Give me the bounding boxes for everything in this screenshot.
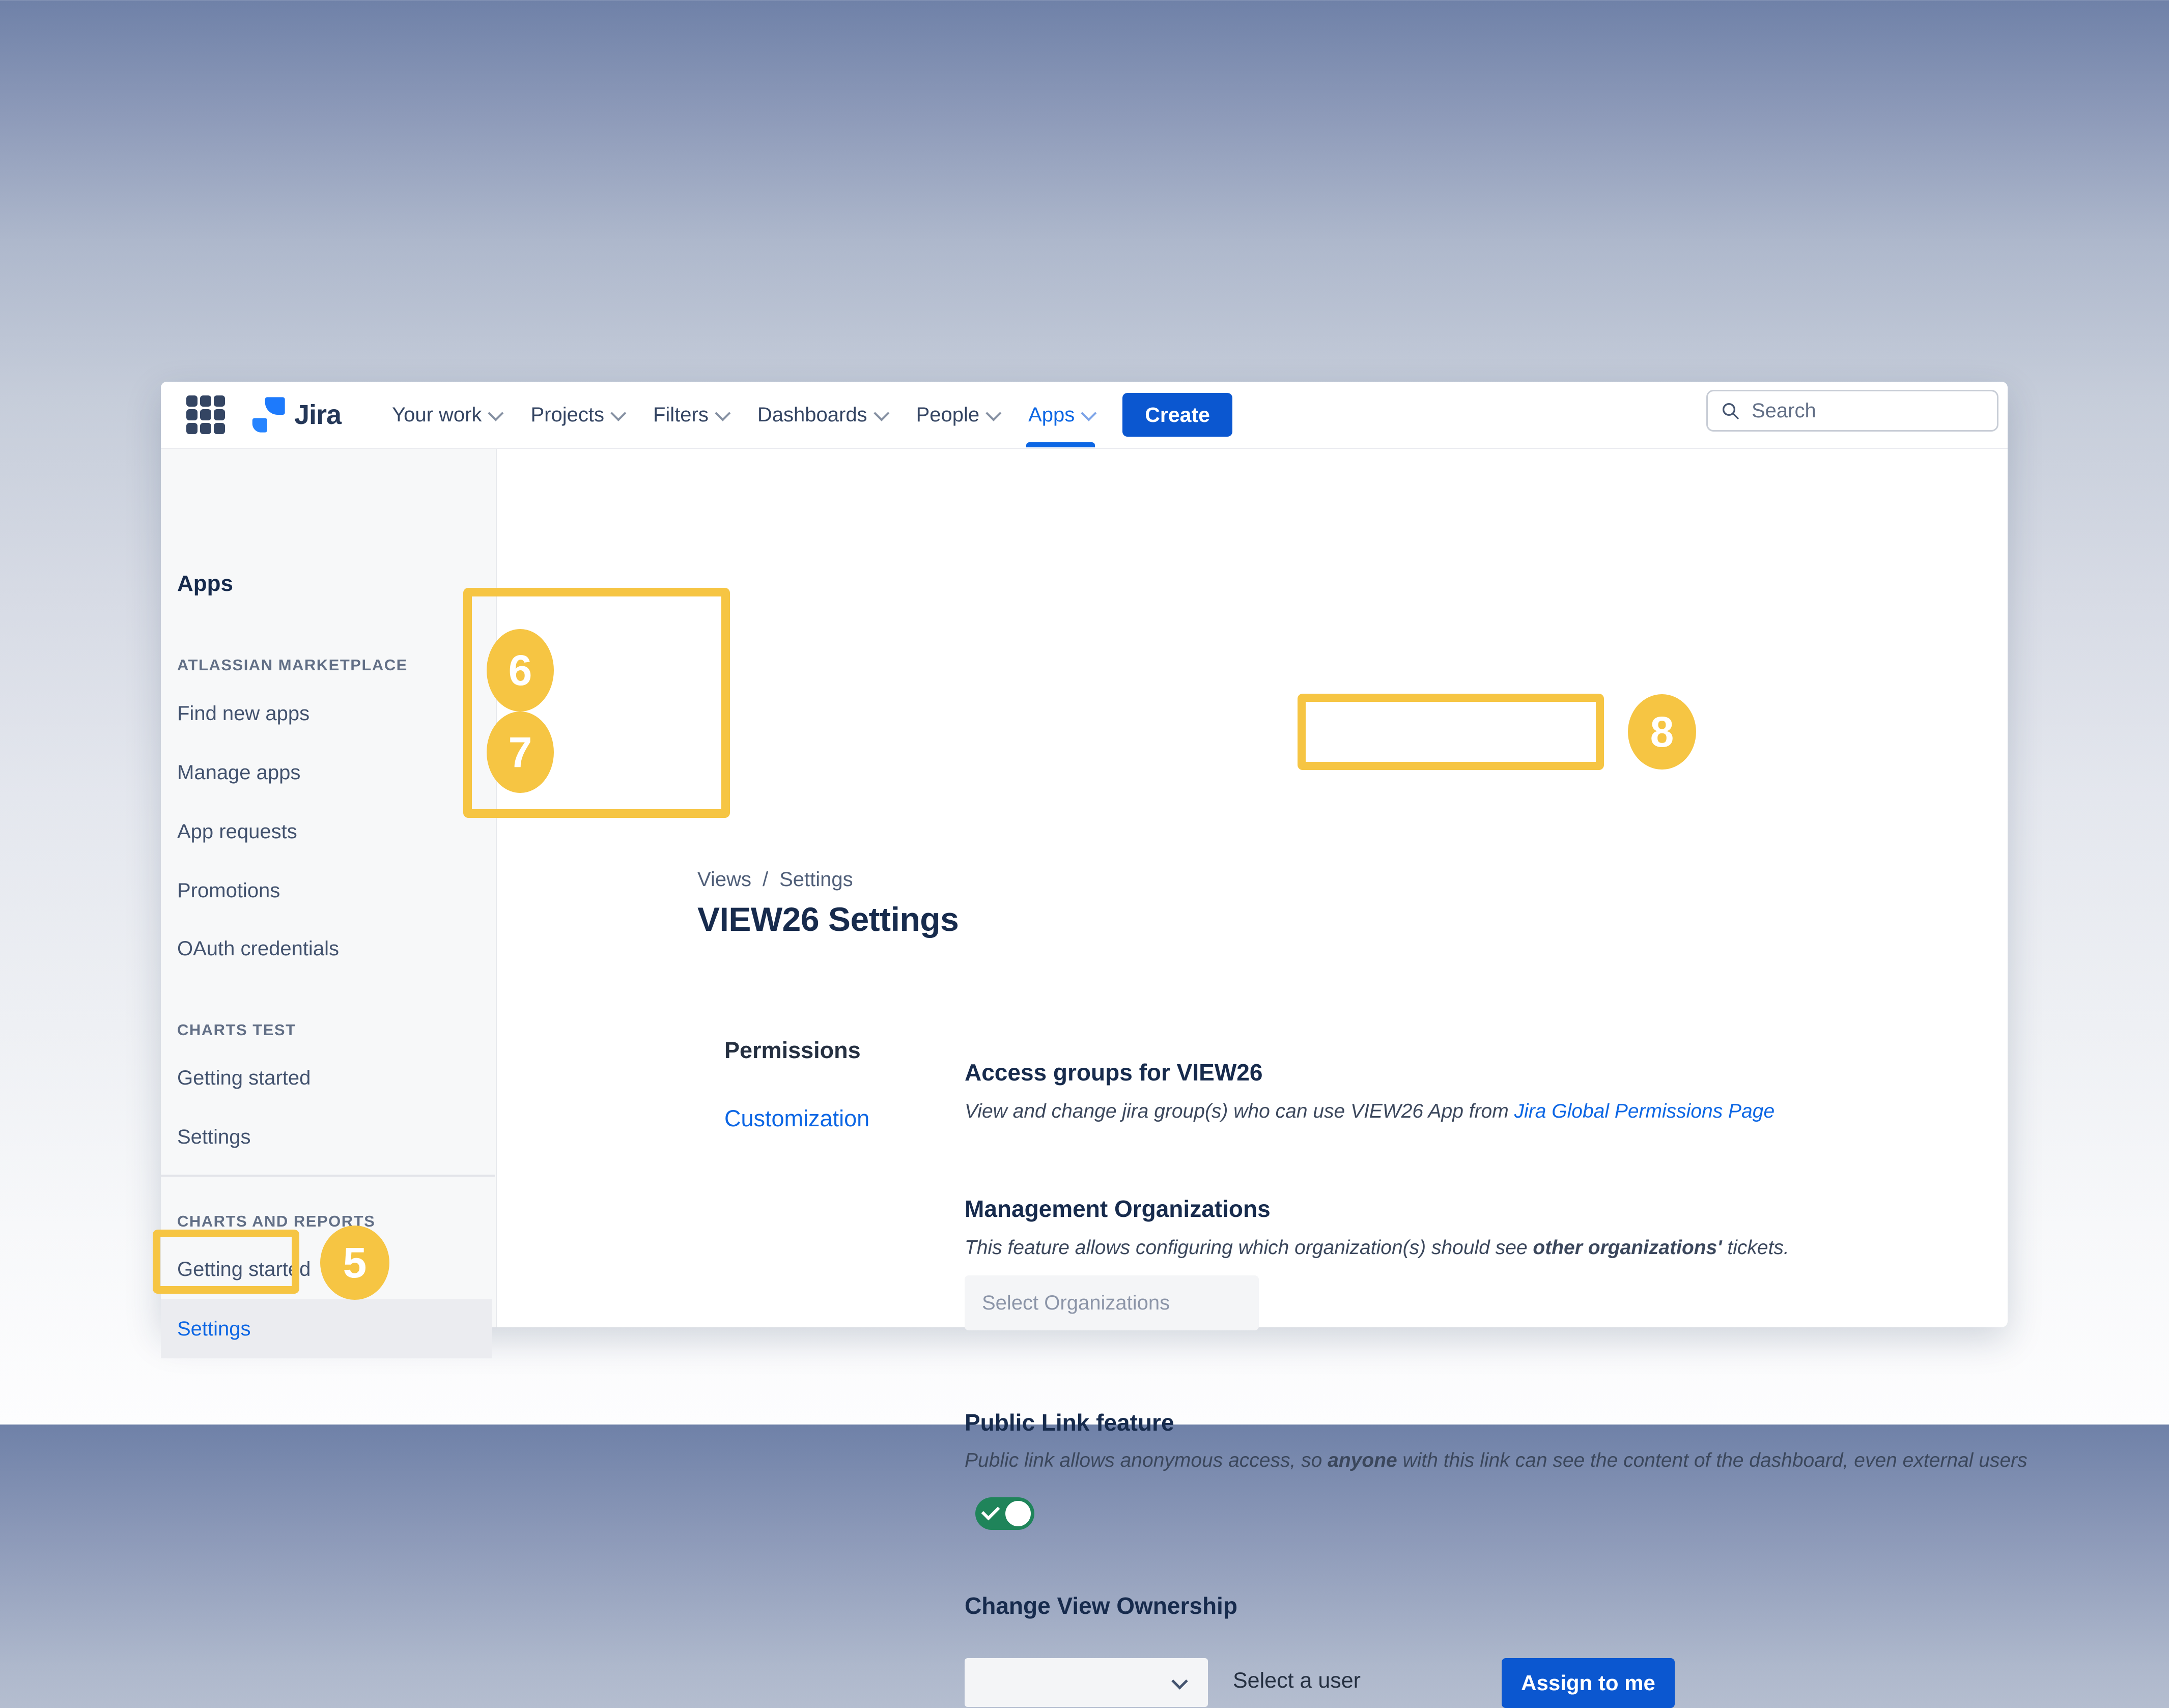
app-switcher-icon[interactable] <box>186 395 225 434</box>
management-desc-text: This feature allows configuring which or… <box>965 1237 1533 1259</box>
sidebar-title: Apps <box>177 571 233 596</box>
apps-sidebar: Apps ATLASSIAN MARKETPLACE Find new apps… <box>161 449 497 1327</box>
sidebar-section-charts-test: CHARTS TEST <box>177 1021 296 1039</box>
nav-item-label: People <box>916 404 980 426</box>
chevron-down-icon <box>488 406 504 421</box>
select-a-user-label: Select a user <box>1233 1668 1361 1693</box>
nav-item-label: Projects <box>530 404 604 426</box>
nav-item-label: Dashboards <box>757 404 867 426</box>
sidebar-item-find-new-apps[interactable]: Find new apps <box>177 702 309 725</box>
breadcrumb-settings[interactable]: Settings <box>779 868 853 891</box>
nav-item-label: Filters <box>653 404 709 426</box>
management-desc-suffix: tickets. <box>1722 1237 1789 1259</box>
public-link-toggle[interactable] <box>975 1497 1034 1530</box>
public-link-desc-text: Public link allows anonymous access, so <box>965 1449 1328 1471</box>
search-icon <box>1720 401 1740 421</box>
owner-select-dropdown[interactable] <box>965 1658 1208 1707</box>
jira-app-window: Jira Your work Projects Filters Dashboar… <box>161 382 2008 1327</box>
jira-global-permissions-link[interactable]: Jira Global Permissions Page <box>1514 1100 1775 1122</box>
chevron-down-icon <box>1081 406 1097 421</box>
assign-to-me-button[interactable]: Assign to me <box>1502 1658 1675 1708</box>
sidebar-divider <box>161 1175 495 1177</box>
sidebar-item-getting-started[interactable]: Getting started <box>177 1067 311 1090</box>
access-desc-text: View and change jira group(s) who can us… <box>965 1100 1514 1122</box>
sidebar-item-settings[interactable]: Settings <box>177 1126 251 1149</box>
select-organizations-input[interactable]: Select Organizations <box>965 1275 1259 1330</box>
sidebar-section-charts-and-reports: CHARTS AND REPORTS <box>177 1212 375 1231</box>
sidebar-item-getting-started-2[interactable]: Getting started <box>177 1258 311 1281</box>
jira-logo-icon <box>247 395 287 435</box>
check-icon <box>981 1502 1000 1521</box>
jira-logo-text: Jira <box>294 399 341 431</box>
management-organizations-description: This feature allows configuring which or… <box>965 1237 1789 1259</box>
sidebar-section-atlassian-marketplace: ATLASSIAN MARKETPLACE <box>177 656 408 674</box>
nav-item-label: Apps <box>1028 404 1075 426</box>
sidebar-item-manage-apps[interactable]: Manage apps <box>177 761 300 784</box>
nav-item-people[interactable]: People <box>901 381 1013 448</box>
access-groups-heading: Access groups for VIEW26 <box>965 1059 1262 1086</box>
nav-item-your-work[interactable]: Your work <box>377 381 515 448</box>
tab-customization[interactable]: Customization <box>724 1105 869 1132</box>
change-view-ownership-heading: Change View Ownership <box>965 1592 1237 1619</box>
chevron-down-icon <box>610 406 626 421</box>
access-groups-description: View and change jira group(s) who can us… <box>965 1100 1774 1123</box>
sidebar-selected-row[interactable]: Settings <box>161 1299 492 1358</box>
chevron-down-icon <box>1171 1673 1188 1690</box>
nav-item-filters[interactable]: Filters <box>638 381 742 448</box>
search-input[interactable] <box>1751 399 2015 423</box>
toggle-knob <box>1005 1501 1031 1526</box>
top-navbar: Jira Your work Projects Filters Dashboar… <box>161 382 2008 449</box>
management-organizations-heading: Management Organizations <box>965 1195 1271 1222</box>
public-link-description: Public link allows anonymous access, so … <box>965 1449 2027 1472</box>
nav-item-label: Your work <box>392 404 482 426</box>
public-link-desc-bold: anyone <box>1328 1449 1397 1471</box>
create-button[interactable]: Create <box>1122 393 1232 437</box>
jira-logo[interactable]: Jira <box>247 395 341 435</box>
nav-item-apps[interactable]: Apps <box>1013 381 1108 448</box>
sidebar-item-settings-selected[interactable]: Settings <box>177 1318 251 1341</box>
chevron-down-icon <box>874 406 889 421</box>
page-title: VIEW26 Settings <box>697 900 959 938</box>
tab-permissions[interactable]: Permissions <box>724 1037 861 1064</box>
breadcrumb: Views / Settings <box>697 868 853 891</box>
sidebar-item-promotions[interactable]: Promotions <box>177 879 280 902</box>
management-desc-bold: other organizations' <box>1533 1237 1722 1259</box>
breadcrumb-views[interactable]: Views <box>697 868 751 891</box>
nav-item-dashboards[interactable]: Dashboards <box>742 381 901 448</box>
nav-item-projects[interactable]: Projects <box>515 381 638 448</box>
chevron-down-icon <box>985 406 1001 421</box>
public-link-heading: Public Link feature <box>965 1409 1174 1436</box>
global-search[interactable] <box>1706 390 1998 432</box>
breadcrumb-separator: / <box>763 868 768 891</box>
sidebar-item-app-requests[interactable]: App requests <box>177 820 297 843</box>
public-link-desc-suffix: with this link can see the content of th… <box>1397 1449 2027 1471</box>
chevron-down-icon <box>715 406 730 421</box>
sidebar-item-oauth-credentials[interactable]: OAuth credentials <box>177 937 339 960</box>
